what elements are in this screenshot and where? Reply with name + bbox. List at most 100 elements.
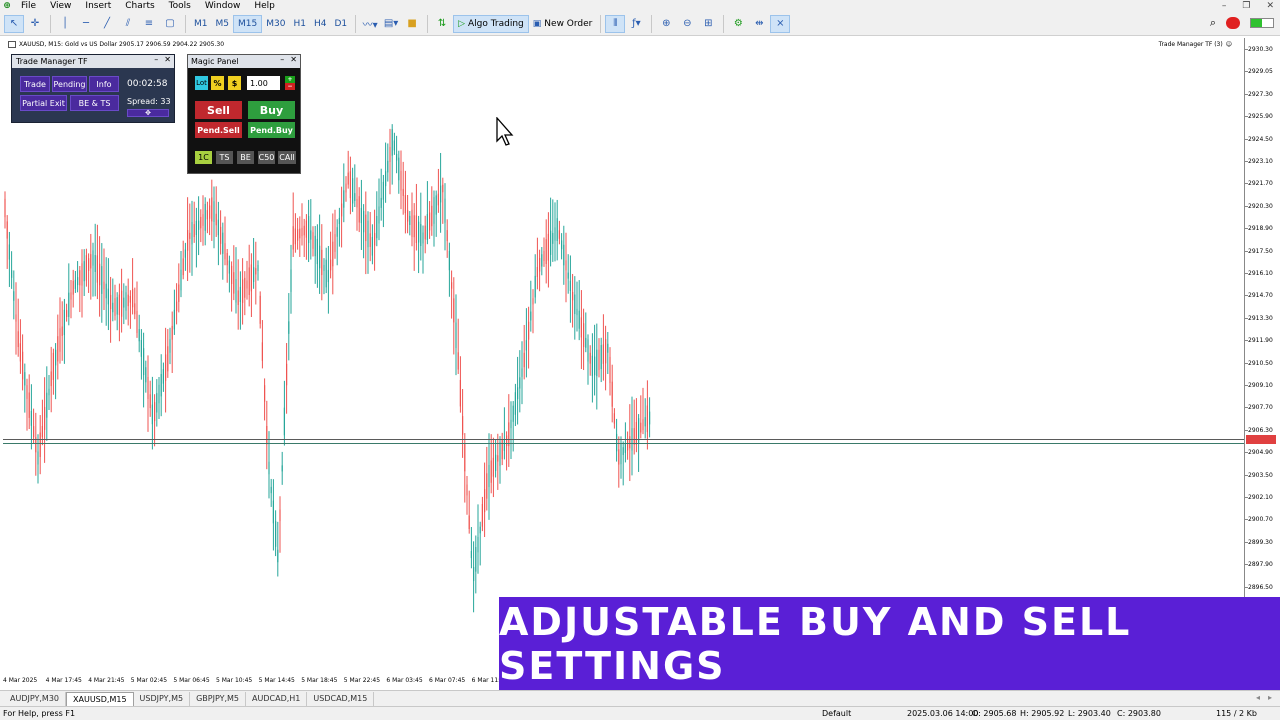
pending-buy-button[interactable]: Pend.Buy (248, 122, 295, 138)
template-icon[interactable]: ▤▾ (381, 15, 401, 33)
menu-charts[interactable]: Charts (118, 0, 161, 12)
close-half-button[interactable]: C50 (258, 151, 275, 164)
time-label: 5 Mar 18:45 (301, 677, 338, 684)
candle-body (222, 232, 224, 254)
channel-icon[interactable]: ⫽ (118, 15, 138, 33)
buy-button[interactable]: Buy (248, 101, 295, 119)
candle-body (402, 188, 404, 196)
price-label: 2927.30 (1248, 90, 1273, 98)
timeframe-h1[interactable]: H1 (289, 15, 310, 33)
tab-xauusd[interactable]: XAUUSD,M15 (66, 691, 134, 706)
lot-input[interactable]: 1.00 (247, 76, 280, 90)
tab-gbpjpy[interactable]: GBPJPY,M5 (190, 691, 247, 706)
menu-help[interactable]: Help (247, 0, 282, 12)
tab-audjpy[interactable]: AUDJPY,M30 (4, 691, 67, 706)
crosshair-icon[interactable]: ✛ (25, 15, 45, 33)
info-button[interactable]: Info (89, 76, 119, 92)
fibonacci-icon[interactable]: ≡ (139, 15, 159, 33)
menu-file[interactable]: File (14, 0, 43, 12)
close-icon[interactable]: ✕ (290, 55, 297, 64)
scroll-left-icon[interactable]: ◂ (1256, 693, 1260, 702)
candle-body (512, 405, 514, 422)
close-icon[interactable]: ✕ (1266, 0, 1274, 12)
dollar-mode-button[interactable]: $ (228, 76, 241, 90)
percent-mode-button[interactable]: % (211, 76, 224, 90)
candle-body (468, 515, 470, 530)
scroll-right-icon[interactable]: ▸ (1268, 693, 1272, 702)
tab-usdjpy[interactable]: USDJPY,M5 (134, 691, 191, 706)
candle-body (481, 504, 483, 527)
candle-body (8, 244, 10, 260)
lot-increase-button[interactable]: + (285, 76, 295, 83)
candle-body (154, 402, 156, 422)
depth-of-market-icon[interactable]: ⫴ (605, 14, 626, 33)
candle-body (503, 439, 505, 451)
menu-insert[interactable]: Insert (78, 0, 118, 12)
minimize-icon[interactable]: – (280, 55, 284, 64)
tab-usdcad[interactable]: USDCAD,M15 (307, 691, 375, 706)
cursor-icon[interactable]: ↖ (4, 14, 24, 33)
candle-body (528, 321, 530, 340)
trade-button[interactable]: Trade (20, 76, 50, 92)
new-order-button[interactable]: ▣ New Order (529, 15, 597, 33)
shapes-icon[interactable]: ▢ (160, 15, 180, 33)
pending-sell-button[interactable]: Pend.Sell (195, 122, 242, 138)
price-label: 2902.10 (1248, 494, 1273, 501)
restore-icon[interactable]: ❐ (1242, 0, 1250, 12)
be-ts-button[interactable]: BE & TS (70, 95, 119, 111)
indicators-icon[interactable]: ƒ▾ (626, 15, 646, 33)
candle-body (407, 210, 409, 222)
timeframe-h4[interactable]: H4 (310, 15, 331, 33)
trendline-icon[interactable]: ╱ (97, 15, 117, 33)
zoom-in-icon[interactable]: ⊕ (656, 15, 676, 33)
candle-body (424, 225, 426, 240)
timeframe-m1[interactable]: M1 (190, 15, 212, 33)
close-icon[interactable]: ✕ (164, 55, 171, 64)
break-even-button[interactable]: BE (237, 151, 254, 164)
notification-icon[interactable] (1226, 17, 1240, 29)
chart-type-icon[interactable]: 〰▾ (360, 15, 380, 33)
candle-body (554, 227, 556, 241)
autoscale-icon[interactable]: ⨯ (770, 14, 791, 33)
candle-body (167, 346, 169, 372)
pending-button[interactable]: Pending (52, 76, 87, 92)
candle-body (613, 413, 615, 424)
candle-body (409, 215, 411, 225)
lot-decrease-button[interactable]: − (285, 83, 295, 90)
price-label: 2914.70 (1248, 292, 1273, 300)
candle-body (349, 171, 351, 199)
lot-mode-button[interactable]: Lot (195, 76, 208, 90)
candle-body (257, 264, 259, 272)
menu-window[interactable]: Window (198, 0, 248, 12)
drag-handle[interactable]: ✥ (127, 109, 169, 117)
trade-manager-titlebar[interactable]: Trade Manager TF – ✕ (12, 55, 174, 68)
sell-button[interactable]: Sell (195, 101, 242, 119)
close-one-button[interactable]: 1C (195, 151, 212, 164)
autoscroll-icon[interactable]: ⚙ (728, 15, 748, 33)
menu-view[interactable]: View (43, 0, 78, 12)
magic-panel-titlebar[interactable]: Magic Panel – ✕ (188, 55, 300, 68)
close-all-button[interactable]: CAll (278, 151, 296, 164)
timeframe-m30[interactable]: M30 (262, 15, 289, 33)
algo-trading-button[interactable]: ▷ Algo Trading (453, 14, 529, 33)
grid-icon[interactable]: ⊞ (698, 15, 718, 33)
candle-body (336, 227, 338, 237)
menu-tools[interactable]: Tools (162, 0, 198, 12)
timeframe-m5[interactable]: M5 (212, 15, 234, 33)
timeframe-m15[interactable]: M15 (233, 14, 263, 33)
horizontal-line-icon[interactable]: ─ (76, 15, 96, 33)
vertical-line-icon[interactable]: │ (55, 15, 75, 33)
minimize-icon[interactable]: – (154, 55, 158, 64)
candle-body (429, 212, 431, 231)
partial-exit-button[interactable]: Partial Exit (20, 95, 67, 111)
chart-shift-icon[interactable]: ⇹ (749, 15, 769, 33)
timeframe-d1[interactable]: D1 (330, 15, 351, 33)
market-icon[interactable]: ⇅ (432, 15, 452, 33)
candle-body (200, 216, 202, 229)
trailing-stop-button[interactable]: TS (216, 151, 233, 164)
search-icon[interactable]: ⌕ (1210, 16, 1216, 30)
tab-audcad[interactable]: AUDCAD,H1 (246, 691, 308, 706)
folder-icon[interactable]: ■ (402, 15, 422, 33)
minimize-icon[interactable]: – (1222, 0, 1227, 12)
zoom-out-icon[interactable]: ⊖ (677, 15, 697, 33)
